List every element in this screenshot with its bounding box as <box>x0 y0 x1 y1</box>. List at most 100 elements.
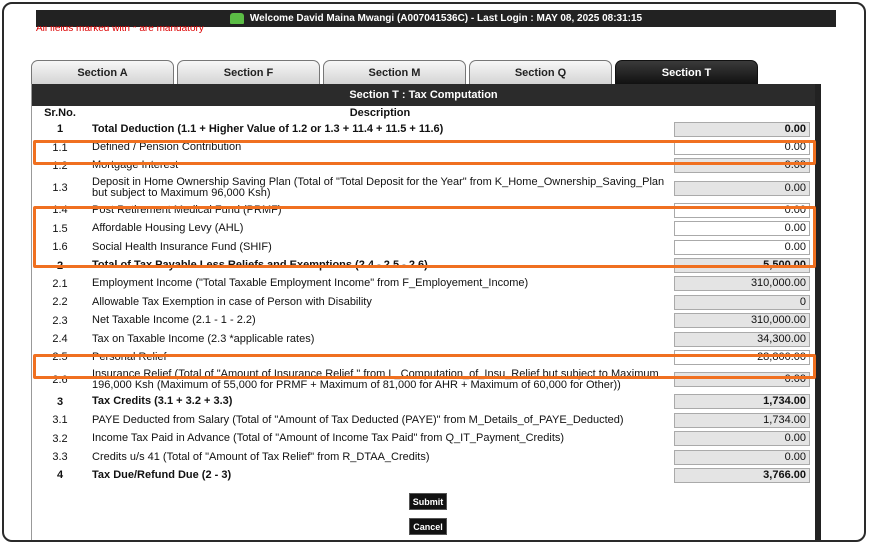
table-row: 1.2 Mortgage Interest 0.00 <box>32 157 816 175</box>
cancel-button[interactable]: Cancel <box>409 518 447 535</box>
value-readonly: 5,500.00 <box>674 258 810 274</box>
row-value-cell: 1,734.00 <box>672 393 816 411</box>
value-readonly: 0.00 <box>674 372 810 388</box>
row-srno: 1.6 <box>52 241 68 254</box>
row-value-cell: 0.00 <box>672 429 816 447</box>
value-readonly: 3,766.00 <box>674 467 810 483</box>
row-value-cell: 0.00 <box>672 367 816 393</box>
row-srno: 2.4 <box>52 333 68 346</box>
table-row: 1.3 Deposit in Home Ownership Saving Plan… <box>32 175 816 201</box>
row-description: Credits u/s 41 (Total of "Amount of Tax … <box>92 450 430 463</box>
value-readonly: 0.00 <box>674 431 810 447</box>
tab-section-q[interactable]: Section Q <box>469 60 612 84</box>
col-desc-header: Description <box>349 107 411 119</box>
table-row: 1.1 Defined / Pension Contribution 0.00 <box>32 138 816 156</box>
row-srno: 1.2 <box>52 159 68 172</box>
row-value-cell: 0.00 <box>672 120 816 138</box>
row-srno: 2.1 <box>52 277 68 290</box>
row-value-cell: 0.00 <box>672 238 816 256</box>
row-value-cell: 310,000.00 <box>672 275 816 293</box>
row-description: Total Deduction (1.1 + Higher Value of 1… <box>92 122 444 135</box>
table-row: 2.5 Personal Relief 28,800.00 <box>32 348 816 366</box>
value-readonly: 1,734.00 <box>674 412 810 428</box>
welcome-text: Welcome David Maina Mwangi (A007041536C)… <box>249 13 643 24</box>
table-row: 2.6 Insurance Relief (Total of "Amount of… <box>32 367 816 393</box>
value-input[interactable]: 0.00 <box>674 140 810 156</box>
tab-section-a[interactable]: Section A <box>31 60 174 84</box>
table-row: 2.1 Employment Income ("Total Taxable Emp… <box>32 275 816 293</box>
value-readonly: 310,000.00 <box>674 276 810 292</box>
table-row: 3.2 Income Tax Paid in Advance (Total of … <box>32 429 816 447</box>
col-srno-header: Sr.No. <box>44 107 76 119</box>
row-srno: 2 <box>56 259 64 272</box>
row-value-cell: 0 <box>672 293 816 311</box>
row-description: Tax Due/Refund Due (2 - 3) <box>92 468 232 481</box>
row-value-cell: 3,766.00 <box>672 466 816 484</box>
value-input[interactable]: 0.00 <box>674 221 810 237</box>
row-value-cell: 0.00 <box>672 157 816 175</box>
row-srno: 4 <box>56 469 64 482</box>
row-description: Total of Tax Payable Less Reliefs and Ex… <box>92 259 428 272</box>
table-row: 1.6 Social Health Insurance Fund (SHIF) 0.… <box>32 238 816 256</box>
row-value-cell: 0.00 <box>672 448 816 466</box>
value-input[interactable]: 0.00 <box>674 202 810 218</box>
row-srno: 3.3 <box>52 451 68 464</box>
submit-button[interactable]: Submit <box>409 493 447 510</box>
value-readonly: 310,000.00 <box>674 313 810 329</box>
tab-section-t[interactable]: Section T <box>615 60 758 84</box>
value-readonly: 34,300.00 <box>674 331 810 347</box>
row-srno: 1 <box>56 123 64 136</box>
row-srno: 1.3 <box>52 182 68 195</box>
row-srno: 1.4 <box>52 204 68 217</box>
table-row: 2.4 Tax on Taxable Income (2.3 *applicabl… <box>32 330 816 348</box>
row-srno: 1.5 <box>52 222 68 235</box>
table-row: 1.5 Affordable Housing Levy (AHL) 0.00 <box>32 220 816 238</box>
app-frame: Welcome David Maina Mwangi (A007041536C)… <box>2 2 866 542</box>
row-srno: 1.1 <box>52 141 68 154</box>
row-value-cell: 0.00 <box>672 220 816 238</box>
row-value-cell: 0.00 <box>672 175 816 201</box>
row-description: Net Taxable Income (2.1 - 1 - 2.2) <box>92 314 256 327</box>
row-value-cell: 28,800.00 <box>672 348 816 366</box>
row-srno: 3 <box>56 395 64 408</box>
row-description: Allowable Tax Exemption in case of Perso… <box>92 295 372 308</box>
row-srno: 2.6 <box>52 373 68 386</box>
table-row: 1.4 Post Retirement Medical Fund (PRMF) 0.… <box>32 201 816 219</box>
table-row: 3.3 Credits u/s 41 (Total of "Amount of T… <box>32 448 816 466</box>
row-description: Post Retirement Medical Fund (PRMF) <box>92 203 282 216</box>
table-row: 2.3 Net Taxable Income (2.1 - 1 - 2.2) 310… <box>32 312 816 330</box>
mandatory-note: All fields marked with * are mandatory <box>36 26 204 34</box>
section-title: Section T : Tax Computation <box>32 84 815 106</box>
value-readonly: 1,734.00 <box>674 394 810 410</box>
kra-logo-icon <box>229 13 244 24</box>
table-row: 3.1 PAYE Deducted from Salary (Total of "… <box>32 411 816 429</box>
value-input[interactable]: 28,800.00 <box>674 349 810 365</box>
row-description: Employment Income ("Total Taxable Employ… <box>92 277 529 290</box>
row-description: Mortgage Interest <box>92 159 179 172</box>
row-value-cell: 34,300.00 <box>672 330 816 348</box>
row-value-cell: 0.00 <box>672 138 816 156</box>
row-description: Tax Credits (3.1 + 3.2 + 3.3) <box>92 395 233 408</box>
value-readonly: 0.00 <box>674 449 810 465</box>
row-srno: 2.3 <box>52 314 68 327</box>
table-row: 2.2 Allowable Tax Exemption in case of Pe… <box>32 293 816 311</box>
table-row: 1 Total Deduction (1.1 + Higher Value of … <box>32 120 816 138</box>
tax-computation-table: Sr.No. Description 1 Total Deduction (1.1… <box>32 106 816 485</box>
value-readonly: 0.00 <box>674 180 810 196</box>
value-readonly: 0.00 <box>674 158 810 174</box>
tab-section-m[interactable]: Section M <box>323 60 466 84</box>
row-description: PAYE Deducted from Salary (Total of "Amo… <box>92 413 624 426</box>
row-description: Deposit in Home Ownership Saving Plan (T… <box>92 176 665 200</box>
top-bar: Welcome David Maina Mwangi (A007041536C)… <box>36 10 836 27</box>
row-description: Income Tax Paid in Advance (Total of "Am… <box>92 432 565 445</box>
row-description: Personal Relief <box>92 350 167 363</box>
tab-section-f[interactable]: Section F <box>177 60 320 84</box>
table-row: 4 Tax Due/Refund Due (2 - 3) 3,766.00 <box>32 466 816 484</box>
row-srno: 3.1 <box>52 414 68 427</box>
row-description: Affordable Housing Levy (AHL) <box>92 222 244 235</box>
section-tabs: Section A Section F Section M Section Q … <box>31 60 761 84</box>
table-row: 3 Tax Credits (3.1 + 3.2 + 3.3) 1,734.00 <box>32 393 816 411</box>
value-input[interactable]: 0.00 <box>674 239 810 255</box>
row-value-cell: 1,734.00 <box>672 411 816 429</box>
row-description: Social Health Insurance Fund (SHIF) <box>92 240 272 253</box>
